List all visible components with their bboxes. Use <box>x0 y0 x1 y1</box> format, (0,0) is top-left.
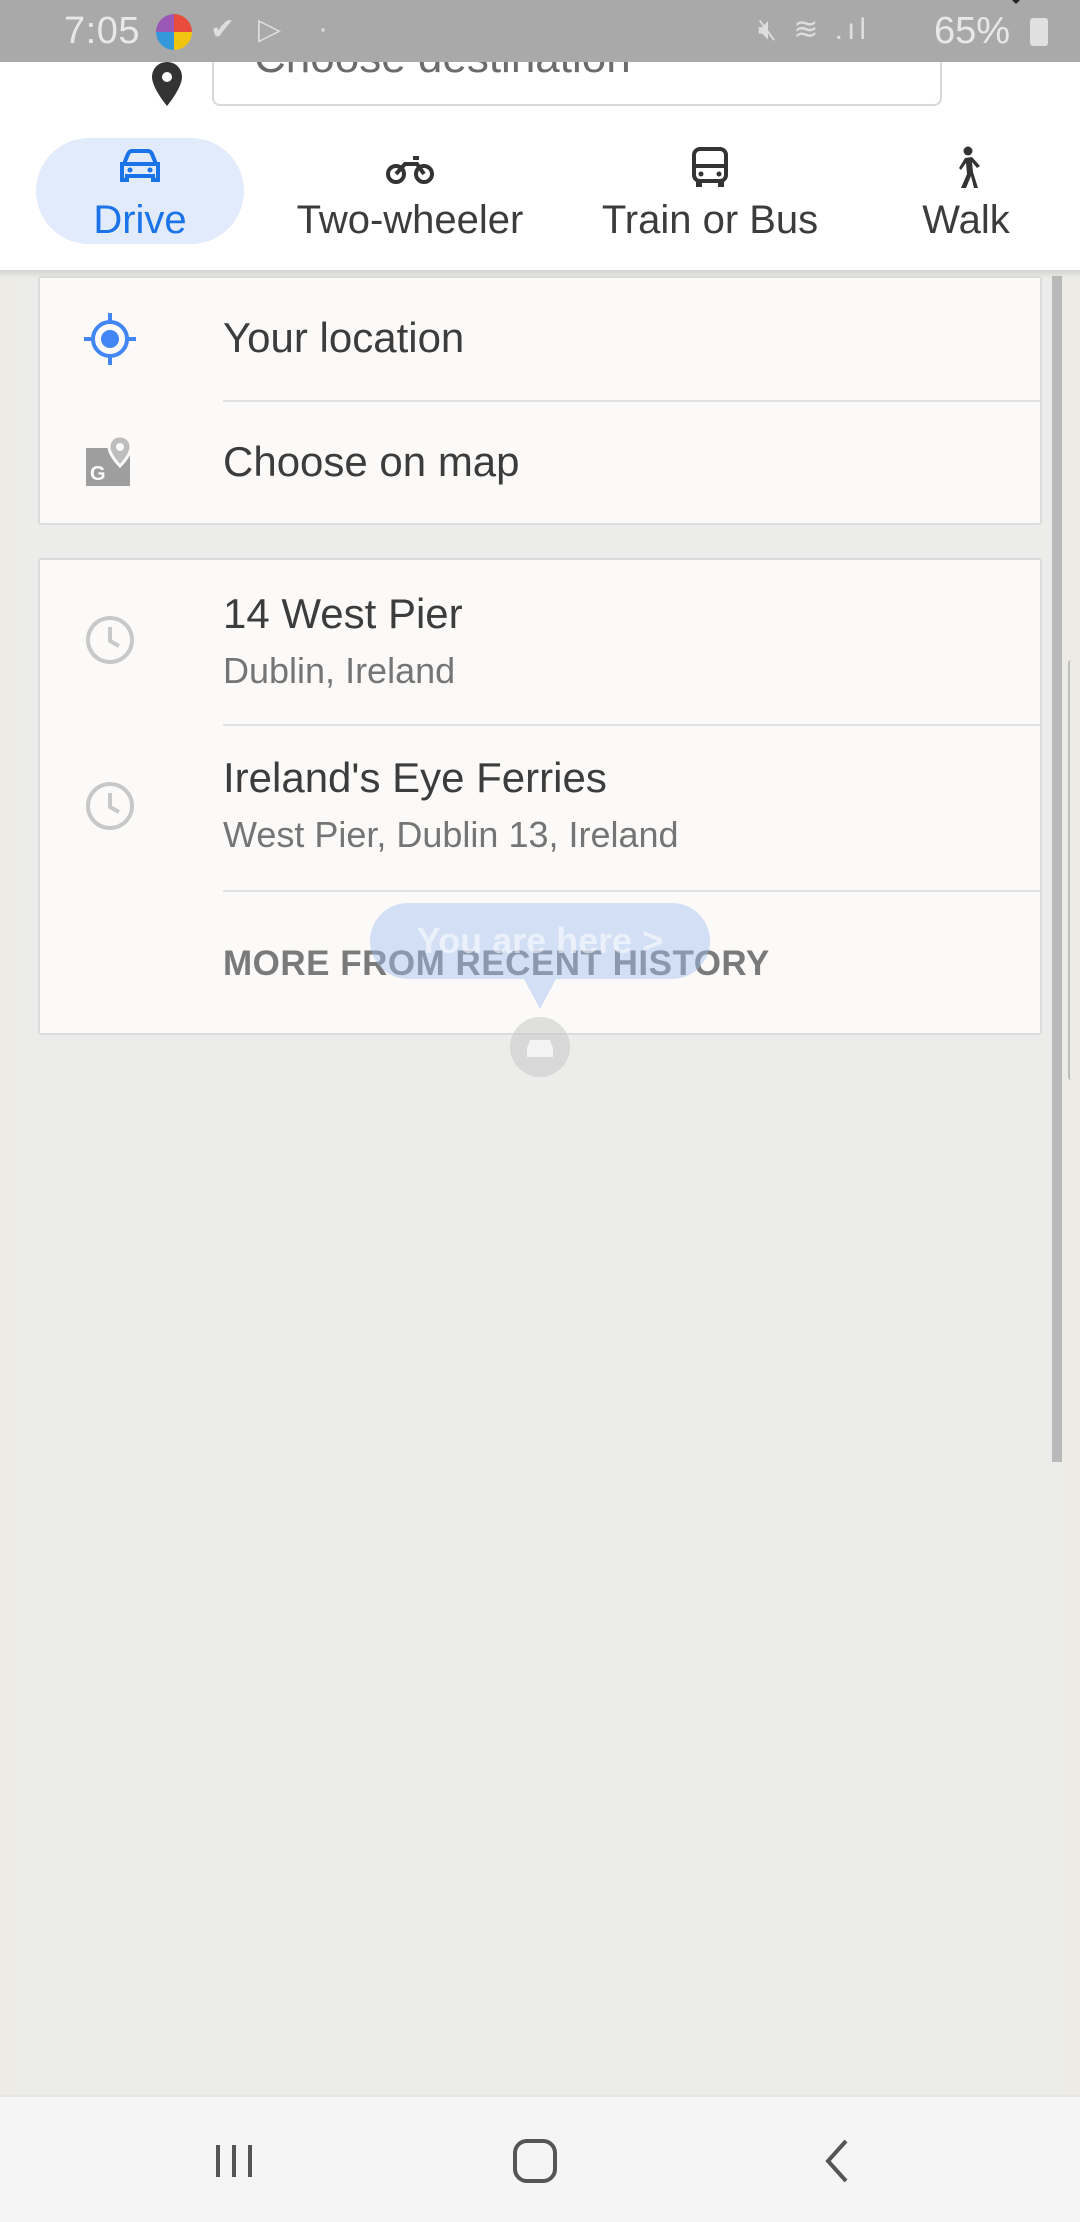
your-location-row[interactable]: Your location <box>40 278 1040 400</box>
list-item[interactable]: Ireland's Eye Ferries West Pier, Dublin … <box>40 726 1040 890</box>
tab-walk-label: Walk <box>922 198 1010 242</box>
scrollbar[interactable] <box>1052 276 1062 1462</box>
battery-percentage: 65% <box>933 10 1010 52</box>
tab-walk[interactable]: Walk <box>896 138 1036 244</box>
recent-title: Ireland's Eye Ferries <box>223 754 607 801</box>
history-clock-icon <box>86 782 134 830</box>
svg-text:G: G <box>90 463 106 485</box>
status-time: 7:05 <box>64 10 140 52</box>
destination-pin-icon <box>152 62 182 106</box>
quick-options-card: Your location G Choose on map <box>38 276 1042 525</box>
my-location-icon <box>84 313 136 365</box>
map-shade <box>18 280 1062 2095</box>
back-icon[interactable] <box>810 2135 870 2187</box>
check-notification-icon: ✔ <box>210 13 236 46</box>
play-store-icon: ▷ <box>258 13 282 46</box>
list-item[interactable]: 14 West Pier Dublin, Ireland <box>40 560 1040 724</box>
motorcycle-icon <box>386 156 434 184</box>
recent-title: 14 West Pier <box>223 590 463 637</box>
callout-tail <box>524 979 556 1009</box>
home-icon[interactable] <box>505 2135 565 2187</box>
tab-train-or-bus-label: Train or Bus <box>601 198 819 242</box>
recent-subtitle: Dublin, Ireland <box>223 650 456 691</box>
car-icon <box>120 149 160 182</box>
map-pin-icon: G <box>86 434 133 486</box>
car-location-marker-icon <box>510 1017 570 1077</box>
tab-train-or-bus[interactable]: Train or Bus <box>588 138 832 244</box>
you-are-here-callout[interactable]: You are here > <box>370 903 710 979</box>
system-nav-bar <box>0 2095 1080 2222</box>
divider <box>223 890 1040 892</box>
dot-icon: · <box>318 12 328 45</box>
tab-drive[interactable]: Drive <box>36 138 244 244</box>
choose-on-map-row[interactable]: G Choose on map <box>40 402 1040 525</box>
history-clock-icon <box>86 616 134 664</box>
chevron-down-icon <box>1004 0 1028 4</box>
map-edge <box>1068 660 1074 1080</box>
recent-apps-icon[interactable] <box>204 2135 264 2187</box>
tab-two-wheeler-label: Two-wheeler <box>296 198 524 242</box>
car-icon <box>527 1040 553 1057</box>
your-location-label: Your location <box>223 314 465 361</box>
battery-icon <box>1030 18 1048 46</box>
tab-drive-label: Drive <box>93 198 187 242</box>
directions-header: Choose destination Drive Two-wheeler <box>0 6 1080 270</box>
signal-icons: 🔇︎ ≋ .ıl <box>757 13 870 46</box>
tab-two-wheeler[interactable]: Two-wheeler <box>280 138 540 244</box>
app-logo-icon <box>156 14 192 50</box>
choose-on-map-label: Choose on map <box>223 438 520 485</box>
recent-subtitle: West Pier, Dublin 13, Ireland <box>223 814 679 855</box>
bus-icon <box>692 147 728 187</box>
status-bar: 7:05 ✔ ▷ · 🔇︎ ≋ .ıl 65% <box>0 0 1080 62</box>
walk-icon <box>959 146 980 188</box>
travel-mode-tabs: Drive Two-wheeler Train or Bus Walk <box>0 138 1080 248</box>
